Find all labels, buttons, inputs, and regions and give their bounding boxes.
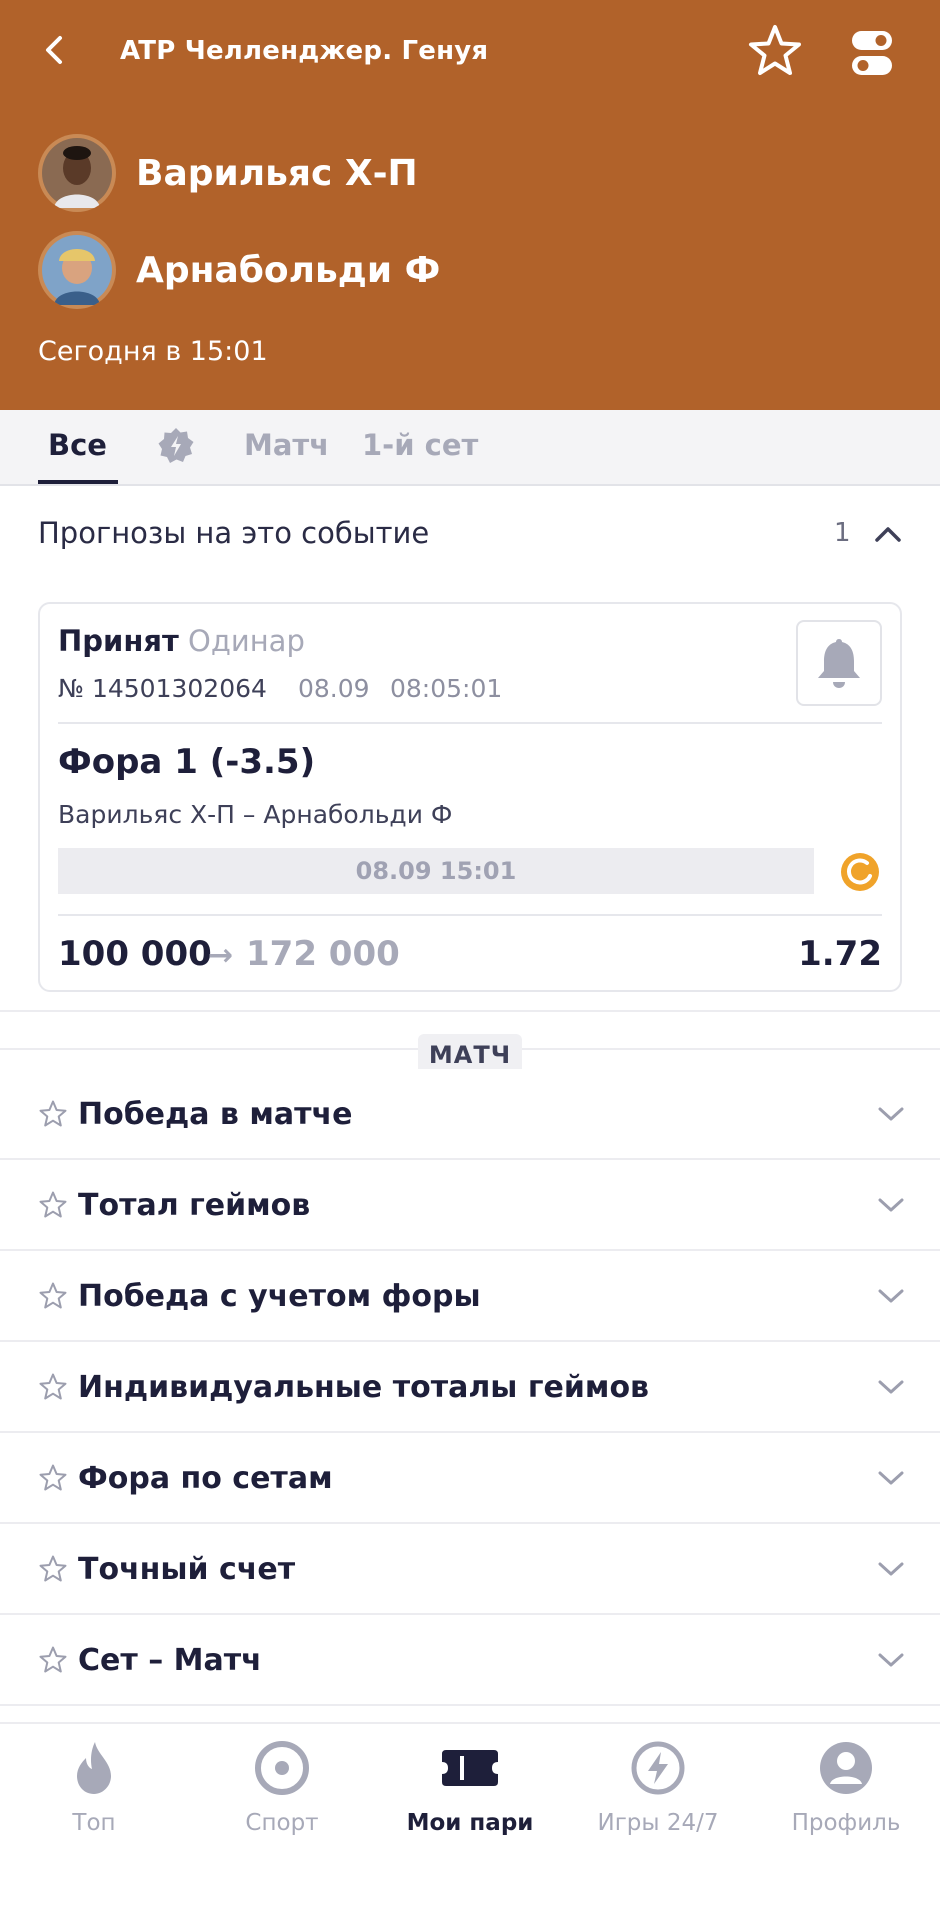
star-icon[interactable] [38,1190,68,1220]
chevron-down-icon [878,1107,904,1121]
back-button[interactable] [34,28,74,72]
player-name: Варильяс Х-П [136,152,418,194]
bottom-navigation: Топ Спорт Мои пари Игры 24/7 Профиль [0,1722,940,1920]
arrow-right-icon: → [208,938,234,973]
bet-status: Принят [58,624,179,658]
tab-badge[interactable] [156,426,196,473]
market-label: Индивидуальные тоталы геймов [78,1370,650,1405]
market-row[interactable]: Тотал геймов [0,1160,940,1251]
market-label: Тотал геймов [78,1188,311,1223]
bet-number: № 14501302064 [58,674,267,703]
market-row[interactable]: Победа с учетом форы [0,1251,940,1342]
nav-item-games[interactable]: Игры 24/7 [564,1738,752,1836]
player-row-2[interactable]: Арнабольди Ф [38,231,440,309]
avatar [38,134,116,212]
market-row[interactable]: Индивидуальные тоталы геймов [0,1342,940,1433]
market-row[interactable]: Победа в матче [0,1069,940,1160]
collapse-button[interactable] [868,514,908,554]
active-tab-indicator [38,480,118,484]
divider [58,914,882,916]
target-icon [252,1738,312,1798]
settings-toggle-button[interactable] [850,28,894,78]
avatar [38,231,116,309]
chevron-down-icon [878,1471,904,1485]
nav-label: Топ [72,1810,116,1836]
bet-time: 08:05:01 [390,674,503,703]
chevron-down-icon [878,1289,904,1303]
market-tabs: Все Матч 1-й сет [0,410,940,486]
forecast-section-title: Прогнозы на это событие [38,516,430,550]
divider [58,722,882,724]
star-icon[interactable] [38,1645,68,1675]
star-icon[interactable] [38,1281,68,1311]
market-row[interactable]: Фора по сетам [0,1433,940,1524]
market-label: Победа в матче [78,1097,353,1132]
match-start-time: Сегодня в 15:01 [38,336,268,367]
badge-icon [158,428,194,463]
market-row[interactable]: Точный счет [0,1524,940,1615]
bet-market: Фора 1 (-3.5) [58,742,316,782]
tab-first-set[interactable]: 1-й сет [362,428,478,462]
bet-type: Одинар [188,624,305,658]
ticket-icon [440,1738,500,1798]
chevron-down-icon [878,1380,904,1394]
bet-stake: 100 000 [58,934,212,974]
tab-all[interactable]: Все [48,428,107,462]
tournament-title: ATP Челленджер. Генуя [120,36,489,66]
bet-odds: 1.72 [798,934,882,974]
forecast-count: 1 [834,518,851,548]
tab-match[interactable]: Матч [244,428,329,462]
nav-label: Игры 24/7 [597,1810,719,1836]
star-icon[interactable] [38,1099,68,1129]
player-name: Арнабольди Ф [136,249,441,291]
market-label: Победа с учетом форы [78,1279,481,1314]
nav-item-profile[interactable]: Профиль [752,1738,940,1836]
star-icon [749,25,801,75]
bet-event: Варильяс Х-П – Арнабольди Ф [58,800,453,829]
bet-payout: 172 000 [246,934,400,974]
star-icon[interactable] [38,1372,68,1402]
star-icon[interactable] [38,1463,68,1493]
flame-icon [64,1738,124,1798]
market-row[interactable]: Сет – Матч [0,1615,940,1706]
player-photo-icon [42,138,112,208]
chevron-down-icon [878,1198,904,1212]
player-row-1[interactable]: Варильяс Х-П [38,134,418,212]
nav-item-top[interactable]: Топ [0,1738,188,1836]
live-status-icon [840,852,880,892]
match-header: ATP Челленджер. Генуя Варильяс Х-П Арнаб… [0,0,940,410]
lightning-icon [628,1738,688,1798]
bet-card[interactable]: Принят Одинар № 14501302064 08.09 08:05:… [38,602,902,992]
bet-date: 08.09 [298,674,370,703]
chevron-left-icon [46,36,62,64]
notification-button[interactable] [796,620,882,706]
chevron-down-icon [878,1562,904,1576]
nav-label: Мои пари [406,1810,534,1836]
nav-item-sport[interactable]: Спорт [188,1738,376,1836]
chevron-up-icon [875,527,901,542]
toggle-icon [852,31,892,75]
nav-label: Профиль [791,1810,901,1836]
player-photo-icon [42,235,112,305]
nav-item-my-bets[interactable]: Мои пари [376,1738,564,1836]
favorite-button[interactable] [746,22,804,80]
market-label: Фора по сетам [78,1461,333,1496]
market-label: Сет – Матч [78,1643,262,1678]
bell-icon [818,639,860,688]
chevron-down-icon [878,1653,904,1667]
nav-label: Спорт [245,1810,319,1836]
market-label: Точный счет [78,1552,296,1587]
profile-icon [816,1738,876,1798]
event-date-bar: 08.09 15:01 [58,848,814,894]
star-icon[interactable] [38,1554,68,1584]
